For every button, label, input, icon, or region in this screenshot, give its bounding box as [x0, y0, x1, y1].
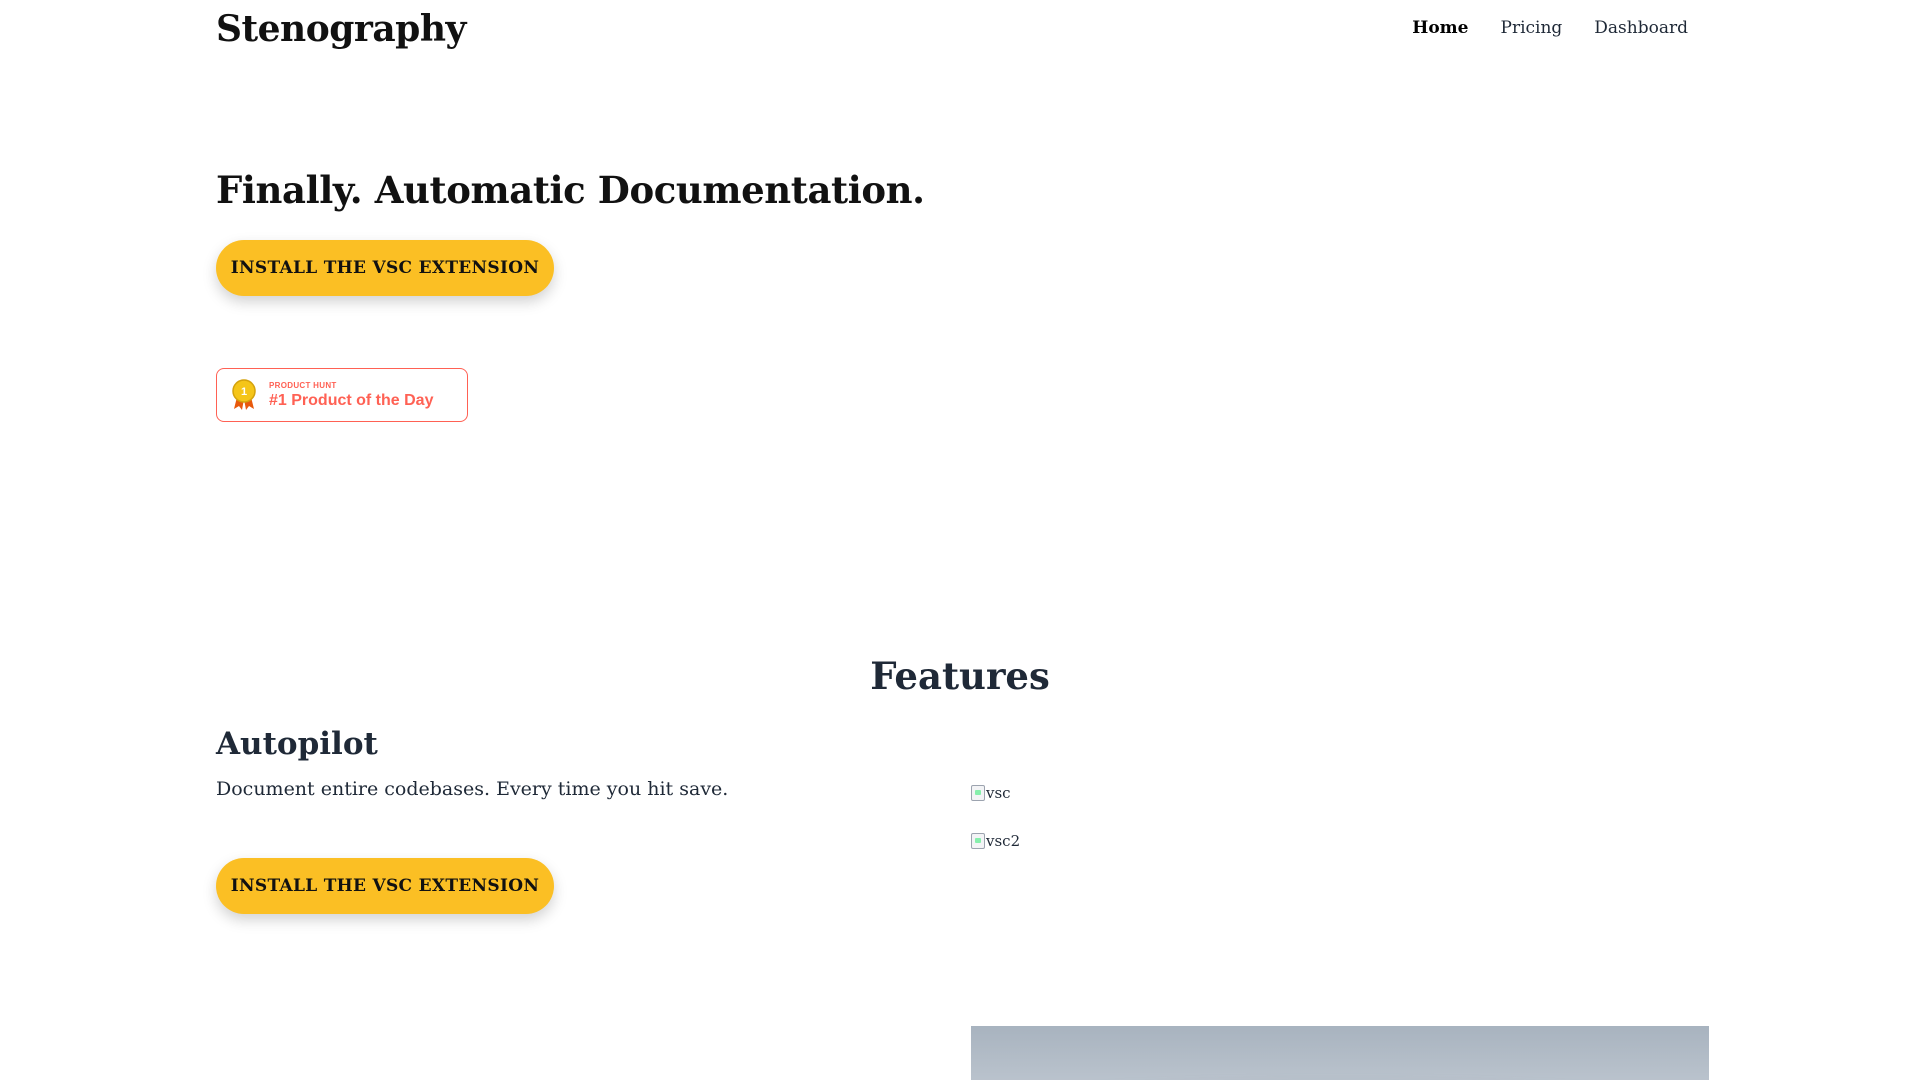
product-hunt-label: #1 Product of the Day: [269, 391, 434, 409]
vsc-image-placeholder: vsc: [971, 784, 1011, 802]
product-hunt-text: PRODUCT HUNT #1 Product of the Day: [269, 381, 433, 410]
vsc2-image-alt: vsc2: [986, 832, 1021, 850]
install-extension-button-hero[interactable]: INSTALL THE VSC EXTENSION: [216, 240, 554, 296]
top-nav: Home Pricing Dashboard: [1412, 18, 1688, 38]
medal-number: 1: [241, 386, 247, 398]
feature-preview-image: [971, 1026, 1709, 1080]
landing-page: Stenography Home Pricing Dashboard Final…: [0, 0, 1920, 1080]
product-hunt-badge[interactable]: 1 PRODUCT HUNT #1 Product of the Day: [216, 368, 468, 422]
broken-image-icon: [971, 833, 985, 849]
feature-heading-autopilot: Autopilot: [216, 726, 378, 762]
feature-description-autopilot: Document entire codebases. Every time yo…: [216, 778, 729, 800]
nav-home-link[interactable]: Home: [1412, 18, 1468, 38]
product-hunt-kicker: PRODUCT HUNT: [269, 380, 337, 390]
install-extension-button-feature[interactable]: INSTALL THE VSC EXTENSION: [216, 858, 554, 914]
broken-image-icon: [971, 785, 985, 801]
vsc2-image-placeholder: vsc2: [971, 832, 1020, 850]
medal-icon: 1: [232, 379, 256, 410]
vsc-image-alt: vsc: [986, 784, 1011, 802]
features-title: Features: [870, 654, 1050, 698]
nav-dashboard-link[interactable]: Dashboard: [1594, 18, 1688, 38]
brand-logo[interactable]: Stenography: [216, 8, 466, 50]
nav-pricing-link[interactable]: Pricing: [1501, 18, 1563, 38]
hero-title: Finally. Automatic Documentation.: [216, 168, 925, 212]
